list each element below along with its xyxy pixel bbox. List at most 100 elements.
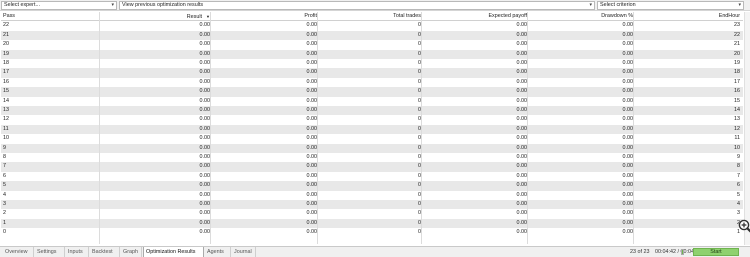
cell-total-trades: 0 [418,135,421,142]
cell-end-hour: 18 [734,69,740,76]
cell-pass: 0 [3,229,6,236]
cell-profit: 0.00 [306,144,318,151]
cell-end-hour: 23 [734,22,740,29]
cell-pass: 11 [3,125,9,132]
cell-end-hour: 12 [734,125,740,132]
column-header-drawdown[interactable]: Drawdown % [528,12,633,21]
cell-drawdown: 0.00 [622,163,634,170]
cell-pass: 4 [3,191,6,198]
cell-profit: 0.00 [306,191,318,198]
cell-end-hour: 19 [734,60,740,66]
cell-result: 0.00 [199,97,211,104]
table-row[interactable]: 6 0.00 0.00 0 0.00 0.00 7 [1,172,743,181]
cell-drawdown: 0.00 [622,31,634,38]
table-row[interactable]: 12 0.00 0.00 0 0.00 0.00 13 [1,115,743,124]
column-header-pass[interactable]: Pass [3,12,33,21]
cell-profit: 0.00 [306,31,318,38]
table-row[interactable]: 17 0.00 0.00 0 0.00 0.00 18 [1,68,743,78]
cell-pass: 14 [3,97,9,104]
cell-expected-payoff: 0.00 [516,60,528,66]
table-row[interactable]: 21 0.00 0.00 0 0.00 0.00 22 [1,30,743,41]
table-row[interactable]: 7 0.00 0.00 0 0.00 0.00 8 [1,162,743,172]
cell-profit: 0.00 [306,107,318,113]
column-header-result[interactable]: Result ▼ [101,12,210,21]
cell-profit: 0.00 [306,125,318,132]
column-header-profit[interactable]: Profit [211,12,317,21]
table-row[interactable]: 18 0.00 0.00 0 0.00 0.00 19 [1,59,743,68]
cell-result: 0.00 [199,88,211,95]
table-row[interactable]: 13 0.00 0.00 0 0.00 0.00 14 [1,106,743,116]
tab-settings[interactable]: Settings [35,247,65,257]
tab-agents[interactable]: Agents [205,247,231,257]
table-row[interactable]: 15 0.00 0.00 0 0.00 0.00 16 [1,87,743,97]
cell-total-trades: 0 [418,229,421,236]
start-button-label: Start [710,249,722,255]
start-button[interactable]: Start [693,248,739,256]
table-row[interactable]: 5 0.00 0.00 0 0.00 0.00 6 [1,181,743,191]
tab-inputs[interactable]: Inputs [66,247,89,257]
cell-expected-payoff: 0.00 [516,88,528,95]
tab-graph[interactable]: Graph [121,247,142,257]
table-row[interactable]: 4 0.00 0.00 0 0.00 0.00 5 [1,191,743,200]
expert-select[interactable]: Select expert... ▾ [1,1,117,10]
tab-overview[interactable]: Overview [3,247,34,257]
cell-profit: 0.00 [306,88,318,95]
cell-end-hour: 21 [734,41,740,48]
cell-result: 0.00 [199,125,211,132]
cell-result: 0.00 [199,78,211,85]
cell-expected-payoff: 0.00 [516,219,528,226]
cell-result: 0.00 [199,22,211,29]
cell-profit: 0.00 [306,78,318,85]
table-row[interactable]: 9 0.00 0.00 0 0.00 0.00 10 [1,143,743,153]
tab-optimization-results[interactable]: Optimization Results [143,247,204,257]
cell-pass: 7 [3,163,6,170]
table-row[interactable]: 2 0.00 0.00 0 0.00 0.00 3 [1,209,743,218]
table-row[interactable]: 1 0.00 0.00 0 0.00 0.00 2 [1,218,743,229]
cell-end-hour: 13 [734,116,740,123]
table-row[interactable]: 11 0.00 0.00 0 0.00 0.00 12 [1,124,743,135]
cell-drawdown: 0.00 [622,182,634,189]
table-row[interactable]: 22 0.00 0.00 0 0.00 0.00 23 [1,21,743,30]
tab-backtest[interactable]: Backtest [90,247,120,257]
cell-drawdown: 0.00 [622,144,634,151]
zoom-in-icon[interactable] [738,219,750,234]
cell-result: 0.00 [199,135,211,142]
table-row[interactable]: 0 0.00 0.00 0 0.00 0.00 1 [1,228,743,237]
criterion-select[interactable]: Select criterion ▾ [597,1,744,10]
table-row[interactable]: 14 0.00 0.00 0 0.00 0.00 15 [1,97,743,106]
cell-profit: 0.00 [306,116,318,123]
cell-total-trades: 0 [418,88,421,95]
cell-profit: 0.00 [306,201,318,207]
chevron-down-icon: ▾ [111,2,114,8]
results-select-value: View previous optimization results [122,2,204,8]
table-row[interactable]: 16 0.00 0.00 0 0.00 0.00 17 [1,78,743,87]
cell-end-hour: 17 [734,78,740,85]
table-row[interactable]: 19 0.00 0.00 0 0.00 0.00 20 [1,49,743,59]
progress-fill [682,250,683,254]
column-header-expected-payoff[interactable]: Expected payoff [423,12,527,21]
column-header-total-trades[interactable]: Total trades [319,12,421,21]
cell-profit: 0.00 [306,210,318,217]
column-divider [210,12,211,244]
table-row[interactable]: 3 0.00 0.00 0 0.00 0.00 4 [1,200,743,210]
criterion-select-value: Select criterion [600,2,636,8]
cell-profit: 0.00 [306,69,318,76]
cell-result: 0.00 [199,154,211,160]
cell-total-trades: 0 [418,31,421,38]
table-row[interactable]: 10 0.00 0.00 0 0.00 0.00 11 [1,134,743,143]
column-header-end-hour[interactable]: EndHour [635,12,740,21]
cell-pass: 17 [3,69,9,76]
cell-profit: 0.00 [306,172,318,179]
tab-journal[interactable]: Journal [232,247,256,257]
vertical-scrollbar[interactable] [744,12,750,245]
table-row[interactable]: 8 0.00 0.00 0 0.00 0.00 9 [1,153,743,162]
cell-end-hour: 15 [734,97,740,104]
cell-drawdown: 0.00 [622,69,634,76]
results-select[interactable]: View previous optimization results ▾ [119,1,595,10]
cell-result: 0.00 [199,182,211,189]
table-row[interactable]: 20 0.00 0.00 0 0.00 0.00 21 [1,40,743,49]
expert-select-value: Select expert... [4,2,40,8]
cell-result: 0.00 [199,107,211,113]
tester-tab-bar: Overview Settings Inputs Backtest Graph Optim… [0,246,750,257]
cell-pass: 20 [3,41,9,48]
